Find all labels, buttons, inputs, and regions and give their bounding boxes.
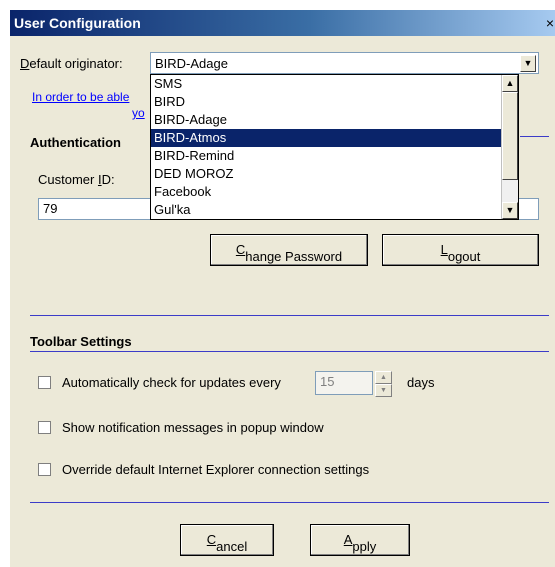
user-configuration-window: User Configuration × Default originator:… xyxy=(10,10,555,567)
close-icon[interactable]: × xyxy=(545,15,555,31)
label-rest: hange Password xyxy=(245,249,343,264)
window-title: User Configuration xyxy=(14,15,141,31)
button-label: Change Password xyxy=(235,242,342,264)
scrollbar-thumb[interactable] xyxy=(502,92,518,180)
label-rest: D: xyxy=(101,172,115,187)
spin-up-icon[interactable]: ▲ xyxy=(375,371,392,384)
spin-down-icon[interactable]: ▼ xyxy=(375,384,392,397)
info-link-line2[interactable]: yo xyxy=(132,106,145,120)
scroll-up-icon[interactable]: ▲ xyxy=(502,75,518,92)
notify-popup-label: Show notification messages in popup wind… xyxy=(62,420,324,435)
dropdown-items: SMS BIRD BIRD-Adage BIRD-Atmos BIRD-Remi… xyxy=(151,75,501,219)
override-ie-label: Override default Internet Explorer conne… xyxy=(62,462,370,477)
days-label: days xyxy=(407,375,435,390)
apply-button[interactable]: Apply xyxy=(310,524,410,556)
auto-update-label: Automatically check for updates every xyxy=(62,375,281,390)
dropdown-item[interactable]: BIRD-Remind xyxy=(151,147,501,165)
chevron-down-icon[interactable]: ▼ xyxy=(520,55,536,72)
dropdown-item[interactable]: BIRD xyxy=(151,93,501,111)
override-ie-checkbox[interactable] xyxy=(38,463,51,476)
label-accel: D xyxy=(20,56,30,71)
logout-button[interactable]: Logout xyxy=(382,234,539,266)
label-accel: C xyxy=(206,532,217,547)
authentication-separator xyxy=(520,136,549,137)
default-originator-value: BIRD-Adage xyxy=(155,56,228,71)
label-rest: pply xyxy=(352,539,377,554)
dropdown-item[interactable]: SMS xyxy=(151,75,501,93)
customer-id-label: Customer ID: xyxy=(38,172,115,187)
button-label: Cancel xyxy=(206,532,247,554)
authentication-title: Authentication xyxy=(30,135,121,150)
footer-divider xyxy=(30,502,549,503)
dropdown-scrollbar[interactable]: ▲ ▼ xyxy=(501,75,518,219)
update-days-input[interactable]: 15 xyxy=(315,371,373,395)
default-originator-label: Default originator: xyxy=(20,56,123,71)
section-divider xyxy=(30,315,549,316)
auto-update-checkbox[interactable] xyxy=(38,376,51,389)
scroll-down-icon[interactable]: ▼ xyxy=(502,202,518,219)
button-label: Logout xyxy=(440,242,481,264)
default-originator-combo[interactable]: BIRD-Adage ▼ xyxy=(150,52,539,74)
label-prefix: Customer xyxy=(38,172,98,187)
label-rest: ancel xyxy=(216,539,248,554)
dropdown-item[interactable]: Gul'ka xyxy=(151,201,501,219)
notify-popup-checkbox[interactable] xyxy=(38,421,51,434)
label-accel: C xyxy=(235,242,246,257)
dropdown-item[interactable]: DED MOROZ xyxy=(151,165,501,183)
button-label: Apply xyxy=(344,532,377,554)
info-link-line1[interactable]: In order to be able xyxy=(32,90,129,104)
cancel-button[interactable]: Cancel xyxy=(180,524,274,556)
label-accel: L xyxy=(440,242,448,257)
dropdown-item[interactable]: Facebook xyxy=(151,183,501,201)
label-rest: efault originator: xyxy=(29,56,123,71)
toolbar-settings-title: Toolbar Settings xyxy=(30,334,132,349)
dropdown-item-selected[interactable]: BIRD-Atmos xyxy=(151,129,501,147)
change-password-button[interactable]: Change Password xyxy=(210,234,368,266)
dropdown-item[interactable]: BIRD-Adage xyxy=(151,111,501,129)
toolbar-settings-separator xyxy=(30,351,549,352)
originator-dropdown-list[interactable]: SMS BIRD BIRD-Adage BIRD-Atmos BIRD-Remi… xyxy=(150,74,519,220)
label-rest: ogout xyxy=(447,249,481,264)
title-bar[interactable]: User Configuration × xyxy=(10,10,555,36)
customer-id-input[interactable]: 79 xyxy=(38,198,153,220)
